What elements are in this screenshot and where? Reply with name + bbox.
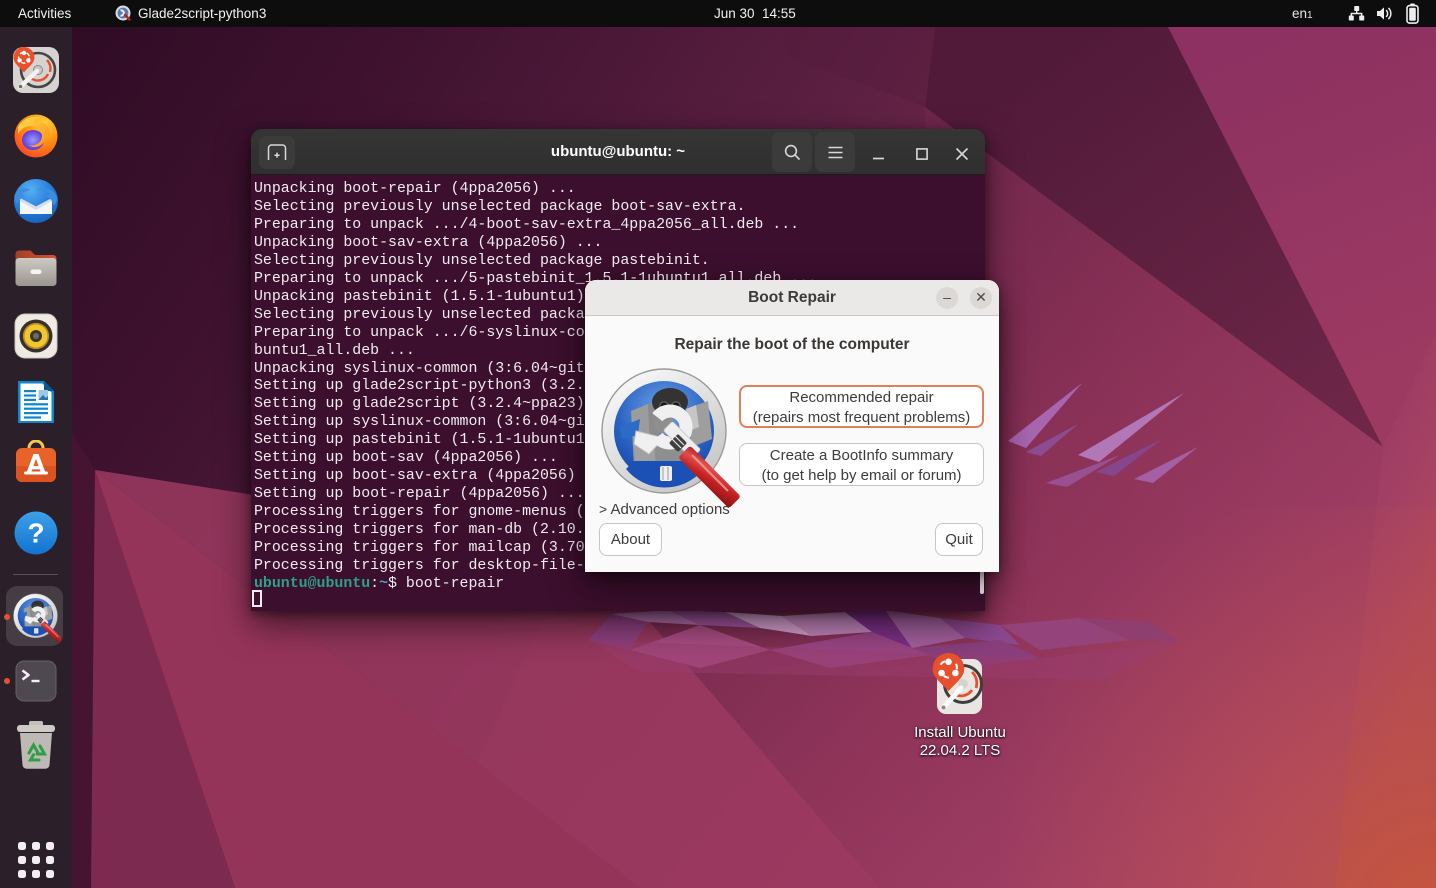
svg-text:?: ? bbox=[27, 518, 44, 549]
